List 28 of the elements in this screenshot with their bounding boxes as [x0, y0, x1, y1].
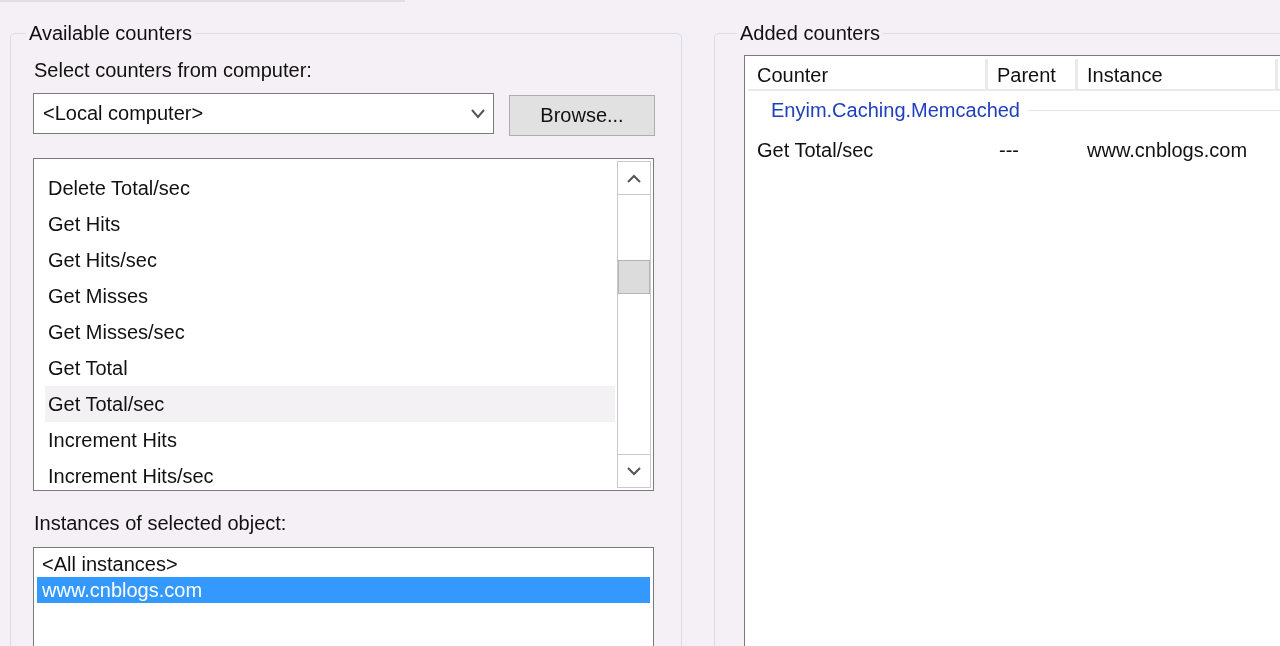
counter-item[interactable]: Get Hits — [45, 206, 615, 242]
chevron-up-icon — [627, 173, 641, 183]
counter-item[interactable]: Get Misses/sec — [45, 314, 615, 350]
browse-button[interactable]: Browse... — [509, 95, 655, 136]
counter-item[interactable]: Get Total — [45, 350, 615, 386]
computer-label: Select counters from computer: — [34, 59, 313, 82]
scrollbar[interactable] — [617, 161, 651, 488]
counter-item[interactable]: Increment Hits — [45, 422, 615, 458]
chevron-down-icon — [471, 108, 485, 119]
counter-item[interactable]: Get Misses — [45, 278, 615, 314]
table-cell-text: www.cnblogs.com — [1086, 138, 1249, 162]
counter-item[interactable]: Increment Hits/sec — [45, 458, 615, 490]
counter-item[interactable]: Get Total/sec — [45, 386, 615, 422]
column-header[interactable]: Instance — [1078, 59, 1278, 91]
table-cell-text: Get Total/sec — [756, 138, 875, 162]
group-header[interactable]: Enyim.Caching.Memcached — [771, 98, 1020, 122]
instances-label: Instances of selected object: — [34, 512, 288, 535]
instance-item[interactable]: <All instances> — [37, 551, 650, 577]
column-header[interactable]: Counter — [748, 59, 988, 91]
chevron-down-icon — [627, 466, 641, 476]
column-header[interactable]: Parent — [988, 59, 1078, 91]
group-title: Available counters — [28, 22, 194, 45]
scroll-thumb[interactable] — [618, 260, 650, 294]
counter-item[interactable]: Delete Total/sec — [45, 170, 615, 206]
group-title: Added counters — [739, 22, 882, 45]
computer-dropdown[interactable]: <Local computer> — [33, 93, 494, 134]
table-cell-text: --- — [998, 138, 1020, 162]
counter-item[interactable]: Get Hits/sec — [45, 242, 615, 278]
